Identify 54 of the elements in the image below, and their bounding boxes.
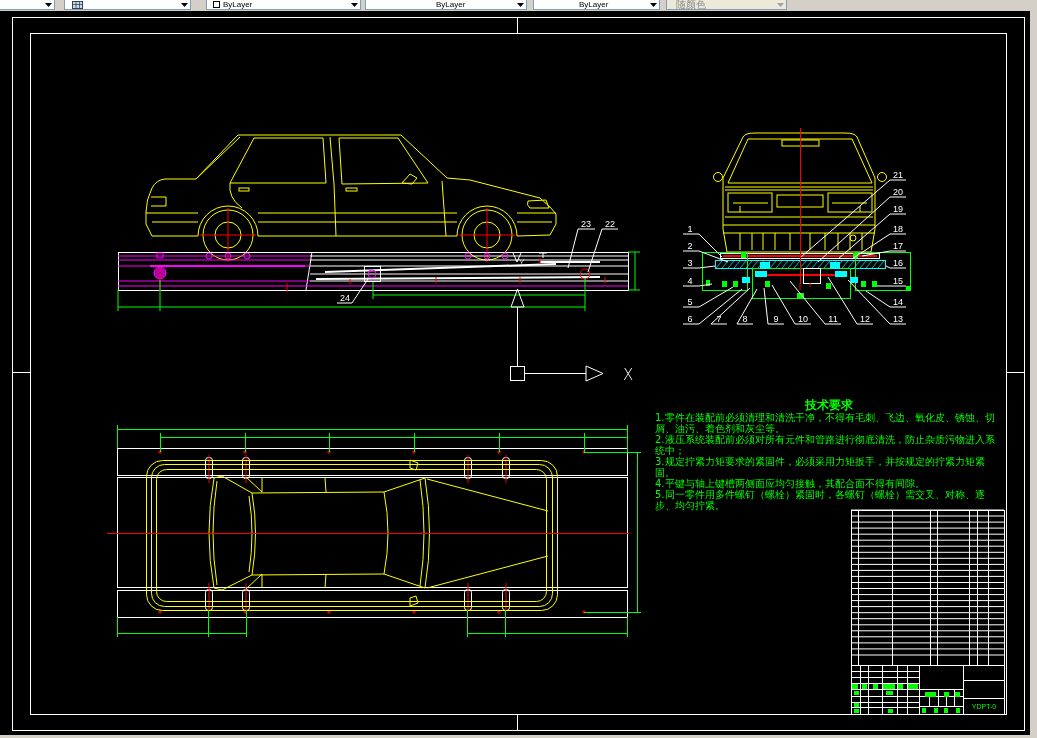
leader-line: [587, 228, 619, 273]
part-number: 10: [798, 314, 808, 324]
part-number: 4: [687, 276, 693, 286]
caret-icon: [517, 2, 524, 7]
part-number: 21: [893, 170, 903, 180]
part-number: 8: [742, 314, 748, 324]
leader-line: [567, 228, 596, 269]
caret-icon: [650, 2, 657, 7]
ucs-icon: [510, 288, 604, 382]
property-dropdown[interactable]: ByLayer: [365, 0, 527, 10]
part-number: 18: [893, 224, 903, 234]
dimension-line: [627, 251, 641, 291]
requirement-text: 5.同一零件用多件螺钉（螺栓）紧固时，各螺钉（螺栓）需交叉、对称、逐步、均匀拧紧。: [655, 489, 986, 511]
requirements-title: 技术要求: [804, 398, 854, 412]
part-number: 14: [893, 297, 903, 307]
part-number: 13: [893, 314, 903, 324]
part-number: 19: [893, 204, 903, 214]
requirement-text: 2.液压系统装配前必须对所有元件和管路进行彻底清洗，防止杂质污物进入系统中；: [655, 434, 996, 456]
color-swatch-icon: [213, 1, 220, 8]
part-number: 1: [687, 224, 693, 234]
property-dropdown[interactable]: ByLayer: [206, 0, 361, 10]
part-number: 7: [716, 314, 722, 324]
part-number: 23: [581, 219, 591, 229]
leader-line: [336, 278, 369, 304]
requirement-text: 3.规定拧紧力矩要求的紧固件，必须采用力矩扳手，并按规定的拧紧力矩紧固。: [655, 456, 986, 478]
property-dropdown[interactable]: ByLayer: [533, 0, 660, 10]
part-number: 3: [687, 258, 693, 268]
part-number: 17: [893, 241, 903, 251]
part-number: 15: [893, 276, 903, 286]
caret-icon: [45, 2, 52, 7]
part-number: 16: [893, 258, 903, 268]
part-number: 5: [687, 297, 693, 307]
leader-line: [789, 280, 842, 325]
part-number: 2: [687, 241, 693, 251]
caret-icon: [181, 2, 188, 7]
leader-line: [682, 265, 716, 269]
requirement-text: 1.零件在装配前必须清理和清洗干净，不得有毛刺、飞边、氧化皮、锈蚀、切屑、油污、着色剂和灰尘等。: [655, 412, 996, 434]
axis-label: X: [623, 366, 634, 384]
wheel-centerline: [199, 207, 257, 263]
part-number: 12: [860, 314, 870, 324]
part-number: 24: [340, 293, 350, 303]
part-number: 22: [605, 219, 615, 229]
property-dropdown[interactable]: [0, 0, 55, 10]
grid-icon: [72, 0, 83, 9]
caret-icon: [351, 2, 358, 7]
requirement-text: 4.平键与轴上键槽两侧面应均匀接触，其配合面不得有间隙。: [655, 478, 925, 489]
part-number: 9: [773, 314, 779, 324]
caret-icon: [777, 2, 784, 7]
part-number: 6: [687, 314, 693, 324]
part-number: 20: [893, 187, 903, 197]
part-number: 11: [828, 314, 838, 324]
leader-line: [885, 265, 907, 269]
wheel-centerline: [458, 207, 516, 263]
property-dropdown[interactable]: [64, 0, 191, 10]
